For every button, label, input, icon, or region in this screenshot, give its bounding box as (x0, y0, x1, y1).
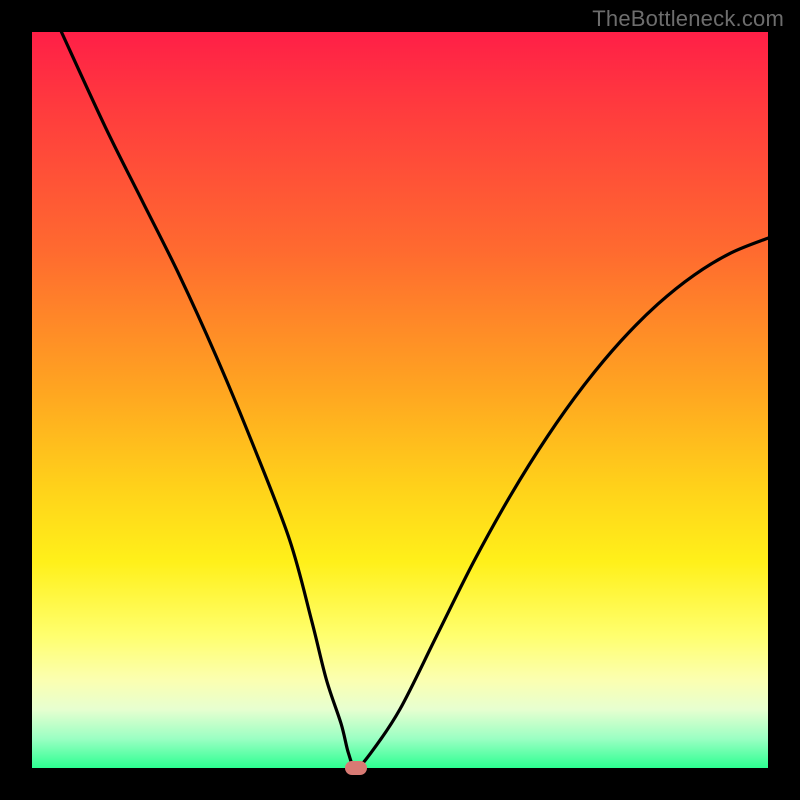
plot-area (32, 32, 768, 768)
chart-frame: TheBottleneck.com (0, 0, 800, 800)
watermark-text: TheBottleneck.com (592, 6, 784, 32)
optimal-point-marker (345, 761, 367, 775)
bottleneck-curve (32, 32, 768, 768)
